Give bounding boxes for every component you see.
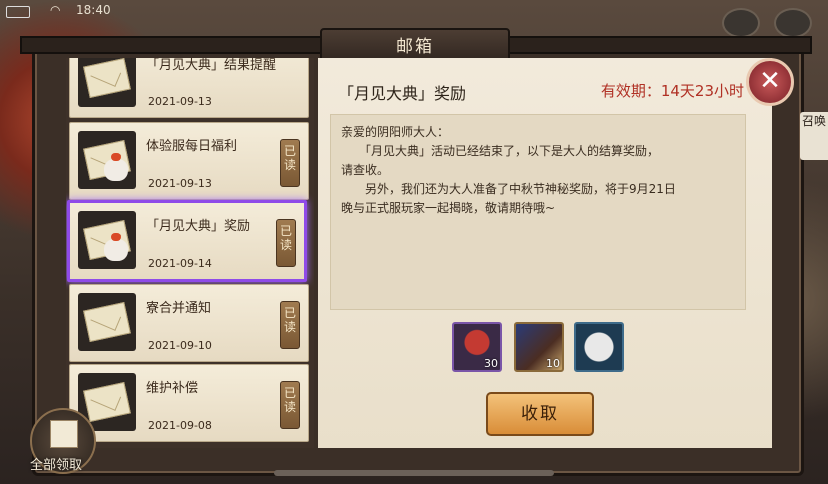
title-wing-right [502,36,812,54]
mail-date: 2021-09-13 [148,177,212,190]
status-time: 18:40 [76,3,111,17]
read-tag: 已读 [280,381,300,429]
summon-side-tab[interactable]: 召唤 [800,112,828,160]
envelope-gift-icon [78,131,136,189]
mail-list[interactable]: 「月见大典」结果提醒 2021-09-13 体验服每日福利 2021-09-13… [66,58,314,448]
mail-title: 维护补偿 [146,381,199,396]
scrollbar[interactable] [274,470,554,476]
status-bar: ◠ 18:40 [0,0,828,22]
mail-title: 「月见大典」奖励 [146,219,251,234]
reward-count: 10 [546,357,560,370]
mail-item-0[interactable]: 「月见大典」结果提醒 2021-09-13 [69,58,309,118]
mail-date: 2021-09-13 [148,95,212,108]
mail-title: 体验服每日福利 [146,139,238,154]
reward-count: 30 [484,357,498,370]
mail-item-2-selected[interactable]: 「月见大典」奖励 2021-09-14 已读 [67,200,307,282]
wifi-icon: ◠ [50,3,61,17]
envelope-gift-icon [78,211,136,269]
mail-body-text: 亲爱的阴阳师大人： 「月见大典」活动已经结束了，以下是大人的结算奖励， 请查收。… [341,125,676,215]
mail-date: 2021-09-10 [148,339,212,352]
scroll-book-item-icon[interactable]: 10 [514,322,564,372]
mail-item-3[interactable]: 寮合并通知 2021-09-10 已读 [69,284,309,362]
mail-body-box: 亲爱的阴阳师大人： 「月见大典」活动已经结束了，以下是大人的结算奖励， 请查收。… [330,114,746,310]
mail-item-4[interactable]: 维护补偿 2021-09-08 已读 [69,364,309,442]
menu-circle-icon[interactable] [722,8,760,38]
gift-box-icon [50,420,78,448]
mail-date: 2021-09-14 [148,257,212,270]
mail-subject: 「月见大典」奖励 [338,84,467,103]
expiry-label: 有效期：14天23小时 [600,82,744,100]
collect-all-label: 全部领取 [30,458,83,473]
mail-item-1[interactable]: 体验服每日福利 2021-09-13 已读 [69,122,309,200]
daruma-material-icon[interactable] [574,322,624,372]
mail-title: 「月见大典」结果提醒 [146,58,277,73]
read-tag: 已读 [276,219,296,267]
envelope-icon [78,293,136,351]
close-icon[interactable]: ✕ [746,58,794,106]
mail-date: 2021-09-08 [148,419,212,432]
claim-button[interactable]: 收取 [486,392,594,436]
read-tag: 已读 [280,301,300,349]
red-bird-item-icon[interactable]: 30 [452,322,502,372]
mail-detail-panel: 「月见大典」奖励 有效期：14天23小时 亲爱的阴阳师大人： 「月见大典」活动已… [318,58,772,448]
menu-circle-icon-2[interactable] [774,8,812,38]
read-tag: 已读 [280,139,300,187]
title-wing-left [20,36,328,54]
envelope-icon [78,58,136,107]
mail-title: 寮合并通知 [146,301,212,316]
battery-icon [6,6,30,18]
